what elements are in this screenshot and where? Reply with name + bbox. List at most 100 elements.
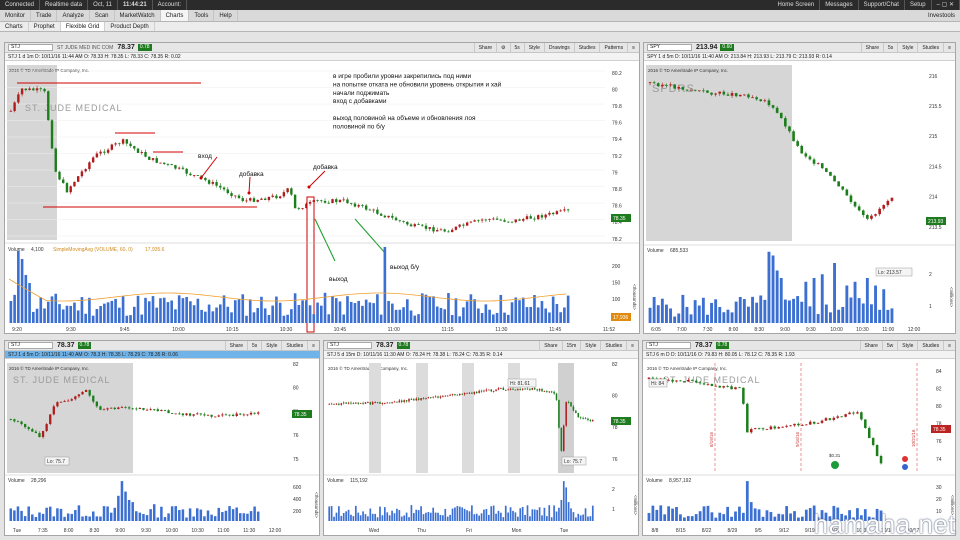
volume-bar [514, 297, 518, 323]
volume-bar [531, 509, 534, 521]
candle-body [58, 171, 61, 180]
candle-body [804, 153, 808, 157]
volume-bar [468, 511, 471, 521]
messages-button[interactable]: Messages [820, 0, 859, 10]
axis-unit: <millions> [633, 495, 638, 516]
candle-body [23, 424, 27, 428]
candle-body [171, 413, 174, 414]
candle-body [861, 210, 865, 216]
studies-button[interactable]: Studies [573, 43, 600, 53]
volume-bar [878, 309, 882, 323]
symbol-input[interactable]: SPY [647, 44, 692, 51]
candle-body [572, 406, 575, 411]
support-chat-button[interactable]: Support/Chat [859, 0, 905, 10]
share-button[interactable]: Share [860, 43, 883, 53]
spy-chart-canvas[interactable]: 2016 © TD Ameritrade IP Company, Inc.SPD… [644, 61, 956, 334]
pane-menu-icon[interactable]: ≡ [627, 43, 639, 53]
subtab-flexible-grid[interactable]: Flexible Grid [60, 22, 106, 31]
studies-button[interactable]: Studies [600, 341, 626, 351]
candle-body [110, 144, 114, 150]
tab-analyze[interactable]: Analyze [57, 10, 90, 21]
subtab-charts[interactable]: Charts [0, 22, 29, 31]
share-button[interactable]: Share [224, 341, 247, 351]
main-chart-canvas[interactable]: 2016 © TD Ameritrade IP Company, Inc. ST.… [5, 61, 640, 334]
tab-marketwatch[interactable]: MarketWatch [115, 10, 161, 21]
stj-5d-chart-canvas[interactable]: 2016 © TD Ameritrade IP Company, Inc. 82 8… [324, 359, 639, 536]
timeframe-button[interactable]: 5s [246, 341, 261, 351]
window-controls[interactable]: – ▢ ✕ [932, 0, 960, 10]
style-button[interactable]: Style [523, 43, 544, 53]
setup-button[interactable]: Setup [905, 0, 932, 10]
tab-help[interactable]: Help [214, 10, 238, 21]
volume-bar [529, 306, 533, 323]
candle-body [718, 385, 722, 388]
tab-tools[interactable]: Tools [189, 10, 215, 21]
tab-charts[interactable]: Charts [160, 10, 190, 21]
volume-bar [793, 511, 796, 521]
timeframe-button[interactable]: 5s [509, 43, 524, 53]
volume-bar [652, 296, 656, 323]
tab-monitor[interactable]: Monitor [0, 10, 32, 21]
candle-body [769, 426, 773, 430]
timeframe-button[interactable]: 15m [561, 341, 581, 351]
volume-bar [312, 314, 316, 323]
drawings-button[interactable]: Drawings [543, 43, 574, 53]
tab-scan[interactable]: Scan [90, 10, 115, 21]
symbol-input[interactable]: STJ [327, 342, 372, 349]
volume-bar [357, 512, 360, 521]
candle-body [249, 412, 253, 415]
style-button[interactable]: Style [897, 43, 917, 53]
volume-bar [484, 304, 488, 323]
timeframe-button[interactable]: 5w [881, 341, 897, 351]
y-tick-label: 2 [612, 487, 615, 493]
candle-body [443, 229, 446, 232]
trade-note-2: начали поджимать [333, 90, 390, 97]
volume-bar [458, 506, 461, 521]
volume-bar [52, 516, 56, 521]
subtab-product-depth[interactable]: Product Depth [105, 22, 155, 31]
candle-body [74, 396, 77, 400]
style-button[interactable]: Style [261, 341, 281, 351]
investools-link[interactable]: Investools [923, 10, 960, 21]
volume-bar [80, 297, 84, 323]
symbol-input[interactable]: STJ [8, 342, 53, 349]
pane-menu-icon[interactable]: ≡ [626, 341, 638, 351]
pane-menu-icon[interactable]: ≡ [943, 341, 955, 351]
studies-button[interactable]: Studies [917, 43, 943, 53]
site-watermark: hamaha.net [813, 509, 956, 539]
share-button[interactable]: Share [859, 341, 882, 351]
volume-bar [747, 306, 750, 323]
volume-bar [890, 308, 894, 323]
stj-5m-chart-canvas[interactable]: 2016 © TD Ameritrade IP Company, Inc. ST.… [5, 359, 320, 536]
studies-button[interactable]: Studies [917, 341, 943, 351]
studies-button[interactable]: Studies [281, 341, 307, 351]
settings-button[interactable]: ⚙ [496, 43, 509, 53]
candle-body [54, 148, 57, 172]
candle-body [350, 203, 353, 204]
volume-bar [178, 509, 181, 521]
share-button[interactable]: Share [473, 43, 496, 53]
share-button[interactable]: Share [539, 341, 561, 351]
account-label[interactable]: Account: [153, 0, 188, 10]
pane-menu-icon[interactable]: ≡ [943, 43, 955, 53]
candle-body [551, 212, 555, 215]
volume-bar [446, 516, 449, 521]
candle-body [521, 388, 524, 390]
pane-menu-icon[interactable]: ≡ [307, 341, 319, 351]
candle-body [237, 195, 241, 199]
symbol-input[interactable]: STJ [8, 44, 53, 51]
home-screen-button[interactable]: Home Screen [773, 0, 821, 10]
style-button[interactable]: Style [897, 341, 917, 351]
subtab-prophet[interactable]: Prophet [29, 22, 61, 31]
patterns-button[interactable]: Patterns [599, 43, 627, 53]
timeframe-button[interactable]: 5s [882, 43, 897, 53]
candle-body [689, 89, 693, 91]
volume-bar [591, 505, 594, 521]
tab-trade[interactable]: Trade [31, 10, 58, 21]
symbol-input[interactable]: STJ [646, 342, 691, 349]
volume-bar [345, 511, 347, 521]
y-tick-label: 1 [929, 304, 932, 310]
candle-body [875, 444, 879, 457]
volume-bar [9, 301, 13, 323]
style-button[interactable]: Style [580, 341, 600, 351]
